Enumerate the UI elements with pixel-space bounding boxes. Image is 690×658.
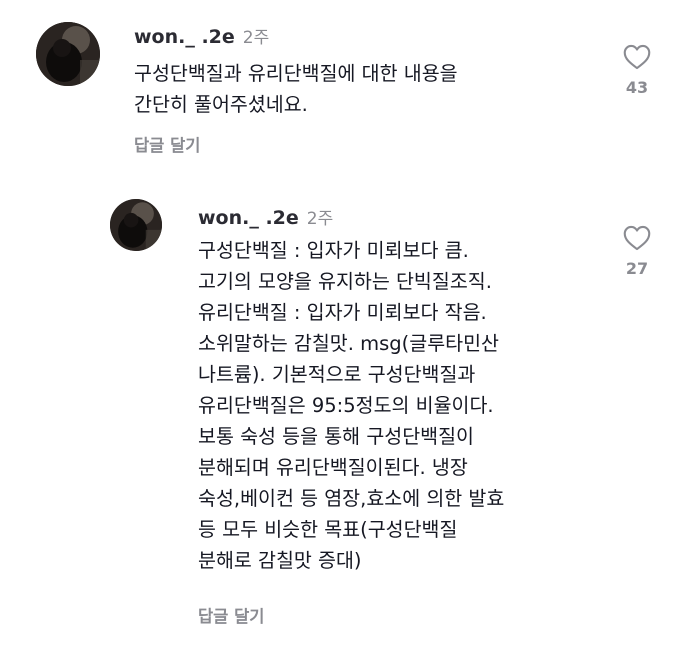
avatar-image: [110, 199, 162, 251]
comment-text: 구성단백질 : 입자가 미뢰보다 큼. 고기의 모양을 유지하는 단빅질조직. …: [198, 239, 505, 572]
avatar-image: [36, 22, 100, 86]
comment-header: won._ .2e 2주: [134, 23, 269, 48]
like-button[interactable]: 27: [617, 225, 657, 278]
heart-outline-icon: [623, 44, 651, 70]
comment-item: won._ .2e 2주 구성단백질과 유리단백질에 대한 내용을 간단히 풀어…: [0, 0, 690, 175]
reply-button[interactable]: 답글 달기: [134, 132, 200, 156]
comment-text: 구성단백질과 유리단백질에 대한 내용을 간단히 풀어주셨네요.: [134, 62, 458, 116]
reply-comment-item: won._ .2e 2주 구성단백질 : 입자가 미뢰보다 큼. 고기의 모양을…: [0, 175, 690, 658]
comment-header: won._ .2e 2주: [198, 204, 333, 229]
username[interactable]: won._ .2e: [134, 26, 235, 48]
timestamp: 2주: [306, 209, 334, 229]
avatar[interactable]: [36, 22, 100, 86]
avatar[interactable]: [110, 199, 162, 251]
timestamp: 2주: [242, 28, 270, 48]
heart-outline-icon: [623, 225, 651, 251]
like-button[interactable]: 43: [617, 44, 657, 97]
like-count: 43: [625, 78, 649, 97]
username[interactable]: won._ .2e: [198, 207, 299, 229]
reply-button[interactable]: 답글 달기: [198, 603, 264, 627]
like-count: 27: [625, 259, 649, 278]
